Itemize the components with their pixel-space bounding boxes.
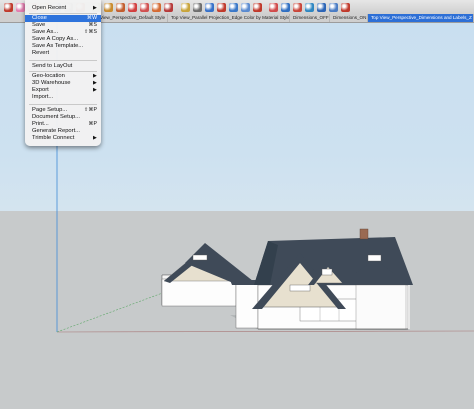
menu-item-label: Geo-location bbox=[32, 73, 65, 79]
extension-icon[interactable] bbox=[269, 2, 278, 12]
menu-item-label: Open Recent bbox=[32, 5, 67, 11]
submenu-arrow-icon: ▶ bbox=[93, 135, 97, 141]
select-tool-icon[interactable] bbox=[3, 2, 13, 12]
file-menu-item-generate-report[interactable]: Generate Report... bbox=[25, 128, 101, 135]
menu-item-label: Document Setup... bbox=[32, 114, 81, 120]
submenu-arrow-icon: ▶ bbox=[93, 5, 97, 11]
zoom-tool-icon[interactable] bbox=[228, 2, 238, 12]
menu-item-label: 3D Warehouse bbox=[32, 80, 71, 86]
styles-icon[interactable] bbox=[341, 2, 350, 12]
text-tool-icon[interactable] bbox=[192, 2, 202, 12]
menu-shortcut: ⌘P bbox=[88, 121, 97, 127]
file-menu-item-import[interactable]: Import... bbox=[25, 94, 101, 101]
file-menu-item-save[interactable]: Save ⌘S bbox=[25, 22, 101, 29]
menu-separator bbox=[29, 71, 97, 72]
menu-item-label: Revert bbox=[32, 50, 50, 56]
menu-shortcut: ⌘W bbox=[86, 15, 97, 21]
file-menu-item-page-setup[interactable]: Page Setup... ⇧⌘P bbox=[25, 107, 101, 114]
file-menu-item-geo-location[interactable]: Geo-location ▶ bbox=[25, 73, 101, 80]
menu-separator bbox=[29, 60, 97, 61]
rotate-tool-icon[interactable] bbox=[140, 2, 149, 12]
house-model[interactable] bbox=[161, 228, 413, 330]
menu-separator bbox=[29, 104, 97, 105]
menu-item-label: Save A Copy As... bbox=[32, 36, 79, 42]
file-menu-item-send-to-layout[interactable]: Send to LayOut bbox=[25, 63, 101, 70]
red-axis bbox=[56, 330, 474, 333]
file-menu-item-trimble-connect[interactable]: Trimble Connect ▶ bbox=[25, 135, 101, 142]
file-menu: Open Recent ▶ Close ⌘W Save ⌘S Save As... ⇧⌘S Sa… bbox=[25, 0, 101, 146]
file-menu-item-close[interactable]: Close ⌘W bbox=[25, 15, 101, 22]
file-menu-item-save-as[interactable]: Save As... ⇧⌘S bbox=[25, 29, 101, 36]
file-menu-item-export[interactable]: Export ▶ bbox=[25, 87, 101, 94]
followme-tool-icon[interactable] bbox=[164, 2, 173, 12]
menu-item-label: Send to LayOut bbox=[32, 63, 73, 69]
menu-item-label: Save As Template... bbox=[32, 43, 84, 49]
submenu-arrow-icon: ▶ bbox=[93, 73, 97, 79]
menu-item-label: Save bbox=[32, 22, 46, 28]
section-plane-icon[interactable] bbox=[293, 2, 302, 12]
menu-shortcut: ⇧⌘P bbox=[84, 107, 97, 113]
warehouse-icon[interactable] bbox=[252, 2, 262, 12]
file-menu-item-3d-warehouse[interactable]: 3D Warehouse ▶ bbox=[25, 80, 101, 87]
menu-shortcut: ⌘S bbox=[88, 22, 97, 28]
file-menu-item-save-as-template[interactable]: Save As Template... bbox=[25, 43, 101, 50]
menu-item-label: Generate Report... bbox=[32, 128, 81, 134]
menu-item-label: Trimble Connect bbox=[32, 135, 75, 141]
layout-icon[interactable] bbox=[281, 2, 290, 12]
file-menu-item-open-recent[interactable]: Open Recent ▶ bbox=[25, 5, 101, 12]
offset-tool-icon[interactable] bbox=[116, 2, 125, 12]
fog-icon[interactable] bbox=[329, 2, 338, 12]
file-menu-item-document-setup[interactable]: Document Setup... bbox=[25, 114, 101, 121]
menu-shortcut: ⇧⌘S bbox=[84, 29, 97, 35]
xray-icon[interactable] bbox=[305, 2, 314, 12]
submenu-arrow-icon: ▶ bbox=[93, 80, 97, 86]
scene-tab[interactable]: Top View_Perspective_Dimensions and Labe… bbox=[368, 14, 474, 22]
move-tool-icon[interactable] bbox=[128, 2, 137, 12]
scene-tab[interactable]: Dimensions_OFF bbox=[290, 14, 330, 22]
pan-tool-icon[interactable] bbox=[216, 2, 226, 12]
shadows-icon[interactable] bbox=[317, 2, 326, 12]
zoom-extents-icon[interactable] bbox=[240, 2, 250, 12]
file-menu-item-print[interactable]: Print... ⌘P bbox=[25, 121, 101, 128]
eraser-tool-icon[interactable] bbox=[15, 2, 25, 12]
orbit-tool-icon[interactable] bbox=[204, 2, 214, 12]
menu-item-label: Close bbox=[32, 15, 47, 21]
menu-separator bbox=[29, 13, 97, 14]
file-menu-item-revert[interactable]: Revert bbox=[25, 50, 101, 57]
file-menu-item-save-a-copy-as[interactable]: Save A Copy As... bbox=[25, 36, 101, 43]
menu-item-label: Import... bbox=[32, 94, 54, 100]
menu-item-label: Page Setup... bbox=[32, 107, 68, 113]
submenu-arrow-icon: ▶ bbox=[93, 87, 97, 93]
tape-tool-icon[interactable] bbox=[180, 2, 190, 12]
scale-tool-icon[interactable] bbox=[152, 2, 161, 12]
menu-item-label: Save As... bbox=[32, 29, 59, 35]
menu-item-label: Export bbox=[32, 87, 49, 93]
scene-tab[interactable]: Top View_Parallel Projection_Edge Color … bbox=[168, 14, 290, 22]
pushpull-tool-icon[interactable] bbox=[104, 2, 113, 12]
menu-item-label: Print... bbox=[32, 121, 49, 127]
scene-tab[interactable]: Dimensions_ON bbox=[330, 14, 368, 22]
